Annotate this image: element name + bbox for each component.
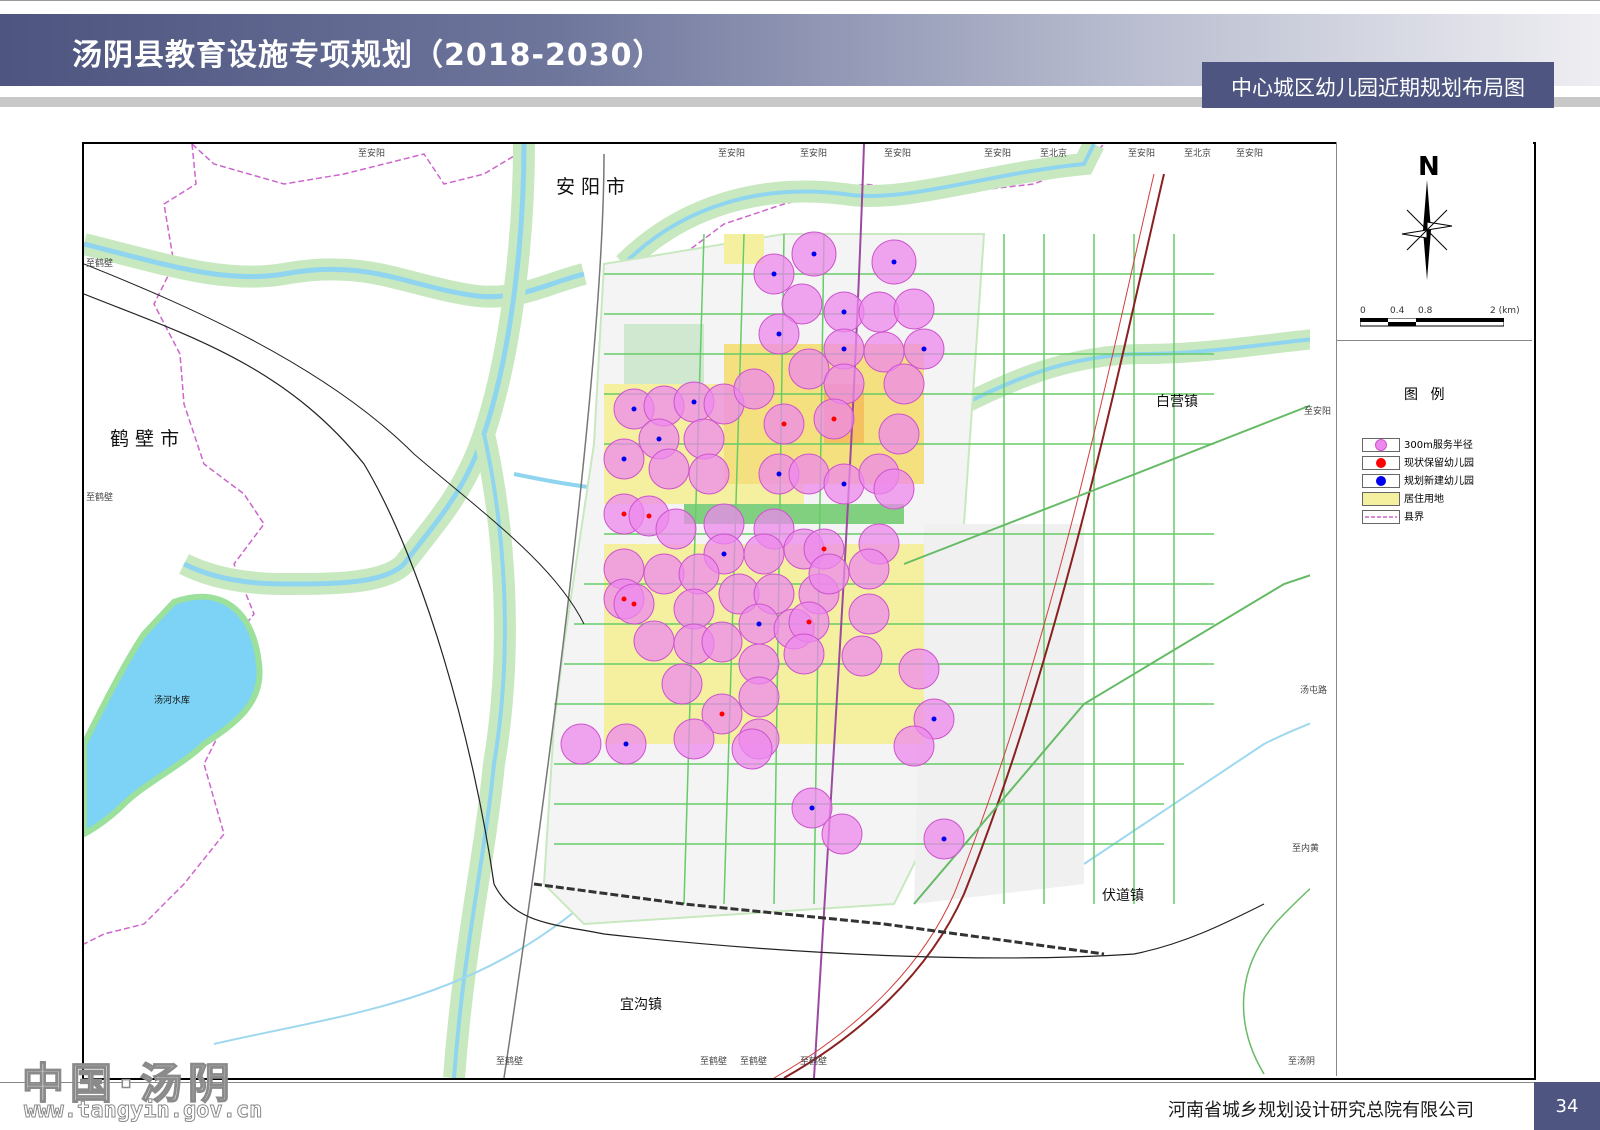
map-frame [82,142,1536,1080]
legend-label: 现状保留幼儿园 [1404,458,1474,469]
legend-item-existing: 现状保留幼儿园 [1362,456,1474,470]
top-rule [0,0,1600,1]
road-label: 至安阳 [718,149,746,159]
scale-bar [1360,318,1504,327]
scale-tick: 2 (km) [1490,306,1520,316]
legend-item-planned: 规划新建幼儿园 [1362,474,1474,488]
yellow-swatch-icon [1362,492,1400,506]
blue-dot-icon [1362,474,1400,488]
legend-label: 县界 [1404,512,1424,523]
road-label: 至安阳 [1236,149,1264,159]
scale-tick: 0.8 [1418,306,1433,316]
document-title: 汤阴县教育设施专项规划（2018-2030） [72,38,664,73]
road-label: 至鹤壁 [700,1057,728,1067]
dashed-line-icon [1362,510,1400,524]
pink-circle-icon [1362,438,1400,452]
road-label: 至安阳 [1128,149,1156,159]
road-label: 至北京 [1040,149,1068,159]
north-arrow-label: N [1418,152,1440,182]
place-baiying: 白营镇 [1156,394,1198,410]
red-dot-icon [1362,456,1400,470]
road-label: 至鹤壁 [86,493,114,503]
place-reservoir: 汤河水库 [154,696,191,706]
legend-label: 300m服务半径 [1404,440,1473,451]
road-label: 至鹤壁 [496,1057,524,1067]
road-label: 至鹤壁 [740,1057,768,1067]
page-number-box: 34 [1534,1082,1600,1130]
legend-item-service-radius: 300m服务半径 [1362,438,1473,452]
road-label: 至安阳 [884,149,912,159]
page-number: 34 [1555,1096,1579,1117]
road-label: 至北京 [1184,149,1212,159]
place-yigou: 宜沟镇 [620,997,662,1013]
legend-heading: 图 例 [1404,387,1449,403]
scale-tick: 0 [1360,306,1366,316]
legend-item-county-boundary: 县界 [1362,510,1424,524]
road-label: 至鹤壁 [86,259,114,269]
legend-label: 规划新建幼儿园 [1404,476,1474,487]
footer-company: 河南省城乡规划设计研究总院有限公司 [1168,1100,1474,1121]
watermark-url: www.tangyin.gov.cn [23,1098,263,1124]
reservoir [84,593,263,838]
place-fudao: 伏道镇 [1102,888,1144,904]
road-label: 汤屯路 [1300,686,1328,696]
road-label: 至内黄 [1292,844,1320,854]
road-label: 至鹤壁 [800,1057,828,1067]
place-anyang: 安 阳 市 [556,176,626,198]
road-label: 至安阳 [1304,407,1332,417]
scale-tick: 0.4 [1390,306,1405,316]
legend-divider [1336,340,1532,341]
road-label: 至汤阴 [1288,1057,1316,1067]
legend-item-residential: 居住用地 [1362,492,1444,506]
north-arrow-icon [1401,180,1453,280]
footer-rule [0,1082,1600,1083]
road-label: 至安阳 [800,149,828,159]
legend-label: 居住用地 [1404,494,1444,505]
sheet-title-box: 中心城区幼儿园近期规划布局图 [1202,62,1554,108]
road-label: 至安阳 [984,149,1012,159]
place-hebi: 鹤 壁 市 [110,428,180,450]
road-label: 至安阳 [358,149,386,159]
planning-map [84,144,1534,1078]
sheet-title: 中心城区幼儿园近期规划布局图 [1231,76,1525,100]
